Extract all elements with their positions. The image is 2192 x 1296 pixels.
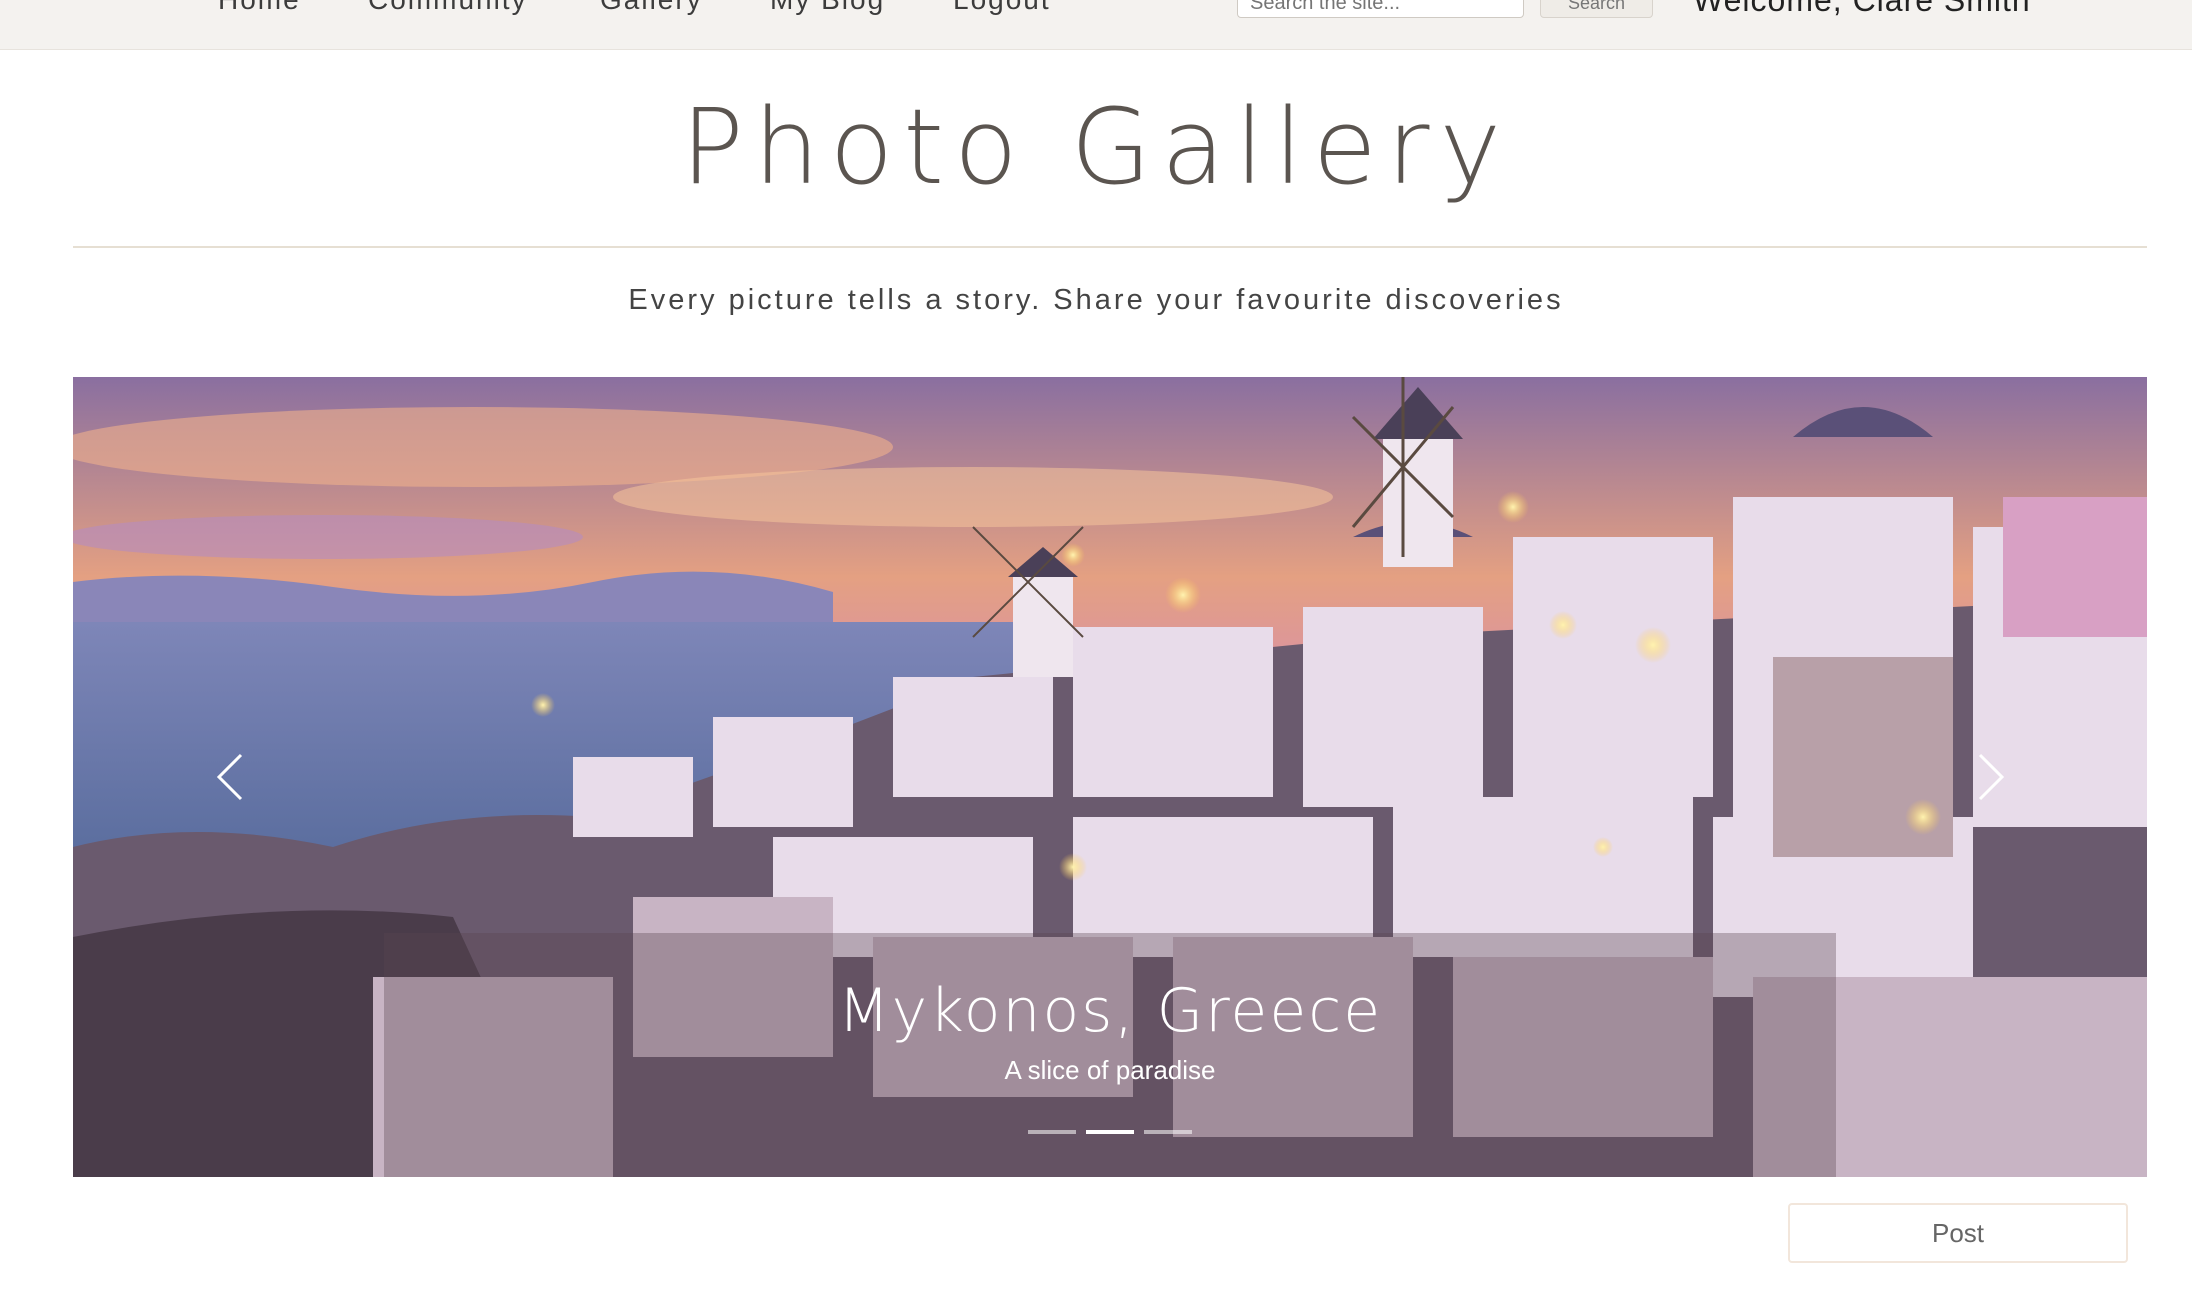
welcome-message: Welcome, Clare Smith bbox=[1693, 0, 2031, 18]
nav-item-my-blog[interactable]: My Blog bbox=[770, 0, 885, 20]
page-title: Photo Gallery bbox=[680, 86, 1512, 208]
search-button[interactable]: Search bbox=[1540, 0, 1653, 18]
photo-carousel: Mykonos, Greece A slice of paradise bbox=[73, 377, 2147, 1177]
chevron-right-icon bbox=[1978, 753, 2005, 801]
post-button[interactable]: Post bbox=[1788, 1203, 2128, 1263]
top-nav-bar: Home Community Gallery My Blog Logout Se… bbox=[0, 0, 2192, 50]
search-input[interactable] bbox=[1237, 0, 1524, 18]
carousel-next-button[interactable] bbox=[1958, 747, 2018, 807]
carousel-indicator-active[interactable] bbox=[1086, 1130, 1134, 1134]
chevron-left-icon bbox=[216, 753, 243, 801]
nav-item-community[interactable]: Community bbox=[368, 0, 528, 20]
carousel-indicators bbox=[73, 1130, 2147, 1140]
slide-subtitle: A slice of paradise bbox=[1004, 1055, 1216, 1085]
slide-title: Mykonos, Greece bbox=[837, 976, 1383, 1046]
nav-item-home[interactable]: Home bbox=[218, 0, 301, 20]
page-tagline: Every picture tells a story. Share your … bbox=[628, 284, 1564, 316]
carousel-indicator[interactable] bbox=[1144, 1130, 1192, 1134]
title-divider bbox=[73, 246, 2147, 248]
carousel-indicator[interactable] bbox=[1028, 1130, 1076, 1134]
nav-item-logout[interactable]: Logout bbox=[953, 0, 1051, 20]
carousel-prev-button[interactable] bbox=[203, 747, 263, 807]
nav-item-gallery[interactable]: Gallery bbox=[600, 0, 703, 20]
